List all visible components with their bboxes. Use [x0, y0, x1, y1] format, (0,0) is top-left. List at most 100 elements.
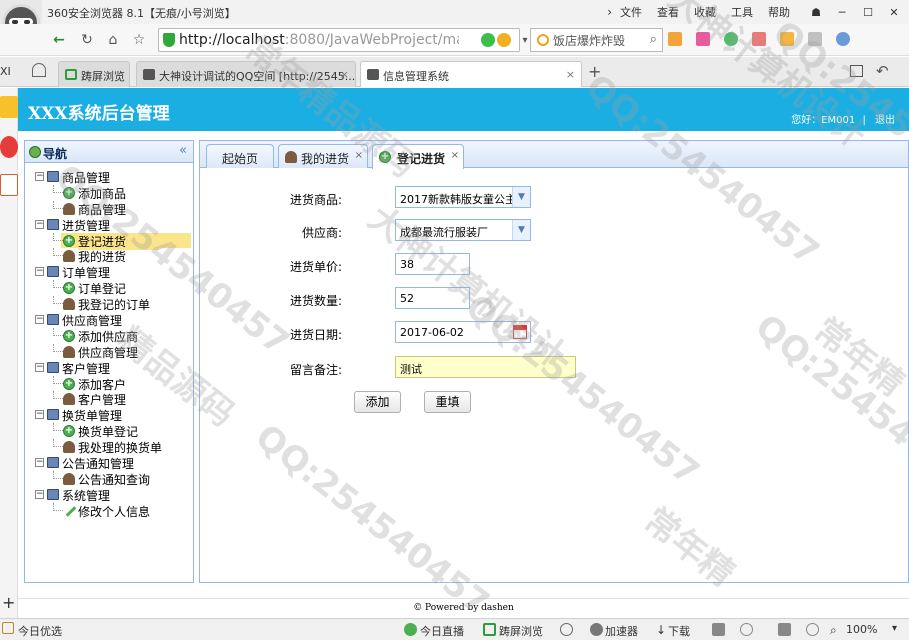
remark-input[interactable]: 测试 [395, 356, 576, 378]
maximize-icon[interactable]: ☐ [857, 2, 879, 22]
tree-item-supplier-manage[interactable]: 供应商管理 [25, 343, 193, 360]
goods-select[interactable]: 2017新款韩版女童公主 ▼ [395, 186, 531, 208]
undo-icon[interactable]: ↶ [876, 62, 889, 80]
back-icon[interactable]: ← [48, 29, 70, 51]
tree-item-my-purchase[interactable]: 我的进货 [25, 248, 193, 264]
sound-icon[interactable] [778, 623, 791, 636]
tree-item-register-exchange[interactable]: + 换货单登记 [25, 423, 193, 439]
chevron-down-icon[interactable]: ▾ [892, 623, 897, 634]
calendar-icon[interactable] [513, 325, 527, 339]
tree-item-add-goods[interactable]: + 添加商品 [25, 184, 193, 201]
status-live[interactable]: 今日直播 [420, 623, 464, 639]
lightning-icon[interactable] [497, 33, 511, 47]
tab-qq-space[interactable]: 大神设计调试的QQ空间 [http://2545... × [136, 61, 356, 87]
collapse-toggle-icon[interactable]: − [35, 362, 44, 372]
mail-icon[interactable] [0, 174, 18, 196]
logout-link[interactable]: 退出 [875, 115, 895, 126]
status-today-picks[interactable]: 今日优选 [18, 623, 62, 639]
extension-ad-icon[interactable] [752, 32, 766, 46]
close-icon[interactable]: × [355, 150, 363, 161]
refresh-icon[interactable] [560, 623, 573, 636]
tree-group-notice[interactable]: − 公告通知管理 [25, 455, 193, 471]
tree-item-add-supplier[interactable]: + 添加供应商 [25, 327, 193, 344]
add-button[interactable]: 添加 [354, 391, 401, 413]
collapse-toggle-icon[interactable]: − [35, 219, 44, 229]
reset-button[interactable]: 重填 [424, 391, 471, 413]
refresh-icon[interactable]: ↻ [76, 29, 98, 51]
tree-group-suppliers[interactable]: − 供应商管理 [25, 312, 193, 328]
favorite-star-icon[interactable] [0, 96, 18, 118]
tree-item-goods-manage[interactable]: 商品管理 [25, 200, 193, 217]
clip-icon[interactable] [712, 623, 725, 636]
collapse-toggle-icon[interactable]: − [35, 315, 44, 325]
minimize-icon[interactable]: ─ [831, 2, 853, 22]
tab-home[interactable]: 起始页 [206, 144, 274, 168]
tree-group-orders[interactable]: − 订单管理 [25, 264, 193, 280]
tab-fullscreen[interactable]: 踌屏浏览 [58, 61, 130, 87]
home-icon[interactable]: ⌂ [102, 29, 124, 51]
extension-yellow-icon[interactable] [780, 32, 794, 46]
shirt-icon[interactable]: ☗ [805, 2, 827, 22]
tree-item-my-orders[interactable]: 我登记的订单 [25, 296, 193, 312]
supplier-select[interactable]: 成都最流行服装厂 ▼ [395, 219, 531, 241]
restore-tabs-icon[interactable] [850, 65, 863, 77]
collapse-toggle-icon[interactable]: − [35, 410, 44, 420]
chevron-right-icon[interactable]: › [607, 5, 612, 19]
address-bar[interactable]: http://localhost:8080/JavaWebProject/mai… [158, 28, 520, 52]
bulb-icon[interactable] [806, 623, 819, 636]
tree-item-notice-query[interactable]: 公告通知查询 [25, 470, 193, 487]
tree-item-add-customer[interactable]: + 添加客户 [25, 375, 193, 392]
chevron-down-icon[interactable]: ▼ [512, 220, 530, 240]
close-icon[interactable]: × [451, 150, 459, 161]
quantity-input[interactable]: 52 [395, 287, 470, 309]
extension-pink-icon[interactable] [696, 32, 710, 46]
date-input[interactable]: 2017-06-02 [395, 321, 531, 343]
tree-group-exchange[interactable]: − 换货单管理 [25, 407, 193, 423]
tree-item-customer-manage[interactable]: 客户管理 [25, 391, 193, 407]
tree-group-system[interactable]: − 系统管理 [25, 487, 193, 503]
weibo-icon[interactable] [0, 136, 18, 158]
extension-blue-icon[interactable] [836, 32, 850, 46]
close-icon[interactable]: × [340, 68, 349, 81]
tab-my-purchase[interactable]: 我的进货 × [278, 144, 368, 168]
status-accelerator[interactable]: 加速器 [605, 623, 638, 639]
tab-info-system[interactable]: 信息管理系统 × [360, 61, 582, 87]
menu-file[interactable]: 文件 [620, 4, 642, 20]
star-icon[interactable]: ☆ [128, 29, 150, 51]
gift-icon[interactable] [2, 622, 14, 634]
search-input[interactable] [553, 31, 648, 49]
tree-item-register-order[interactable]: + 订单登记 [25, 280, 193, 296]
new-tab-icon[interactable]: + [588, 62, 601, 81]
menu-favorites[interactable]: 收藏 [694, 4, 716, 20]
search-icon[interactable]: ⌕ [650, 32, 657, 47]
tree-group-customers[interactable]: − 客户管理 [25, 360, 193, 376]
collapse-toggle-icon[interactable]: − [35, 172, 44, 181]
zoom-level[interactable]: 100% [846, 623, 877, 636]
close-icon[interactable]: ✕ [883, 2, 905, 22]
add-icon[interactable]: + [2, 593, 15, 612]
tree-group-goods[interactable]: − 商品管理 [25, 169, 193, 185]
chevron-down-icon[interactable]: ▼ [512, 187, 530, 207]
tree-item-edit-profile[interactable]: 修改个人信息 [25, 502, 193, 519]
tab-register-purchase[interactable]: + 登记进货 × [372, 144, 464, 169]
collapse-icon[interactable]: « [179, 143, 187, 158]
price-input[interactable]: 38 [395, 253, 470, 275]
menu-view[interactable]: 查看 [657, 4, 679, 20]
settings-icon[interactable] [740, 623, 753, 636]
search-box[interactable]: ⌕ [530, 28, 663, 52]
cloud-icon[interactable] [32, 63, 46, 77]
extension-gray-icon[interactable] [808, 32, 822, 46]
compat-mode-icon[interactable] [481, 33, 495, 47]
tree-group-purchase[interactable]: − 进货管理 [25, 217, 193, 233]
status-download[interactable]: 下载 [668, 623, 690, 639]
menu-tools[interactable]: 工具 [731, 4, 753, 20]
status-mode[interactable]: 踌屏浏览 [499, 623, 543, 639]
tree-item-register-purchase[interactable]: + 登记进货 [25, 232, 193, 250]
collapse-toggle-icon[interactable]: − [35, 267, 44, 277]
collapse-toggle-icon[interactable]: − [35, 489, 44, 499]
close-icon[interactable]: × [566, 68, 575, 81]
tree-item-my-exchange[interactable]: 我处理的换货单 [25, 439, 193, 455]
collapse-toggle-icon[interactable]: − [35, 458, 44, 468]
extension-green-icon[interactable] [724, 32, 738, 46]
menu-help[interactable]: 帮助 [768, 4, 790, 20]
